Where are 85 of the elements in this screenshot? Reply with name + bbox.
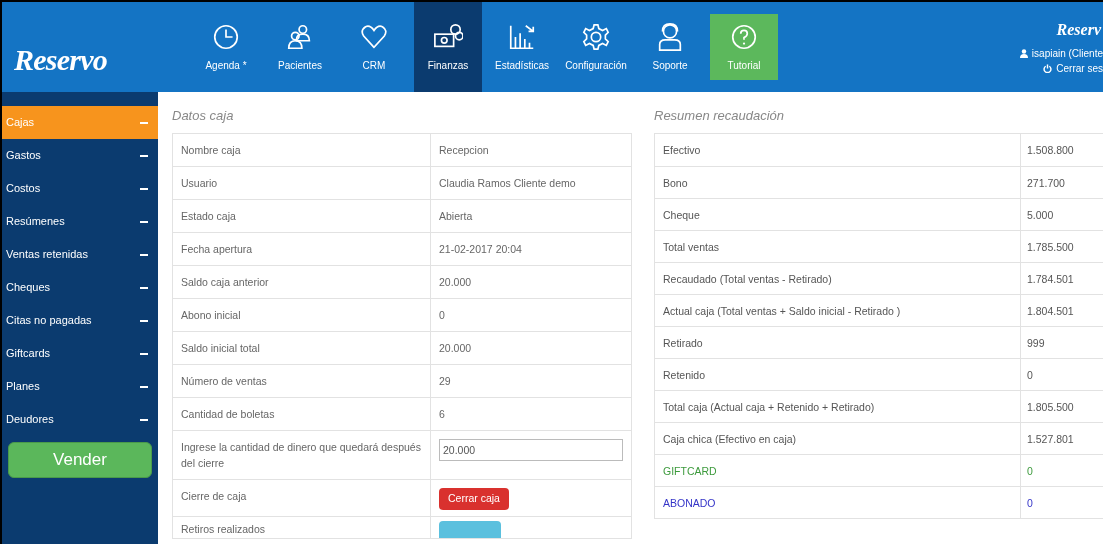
minus-icon bbox=[140, 220, 148, 223]
table-cell: Actual caja (Total ventas + Saldo inicial - Retirado ) bbox=[655, 294, 1021, 326]
minus-icon bbox=[140, 319, 148, 322]
table-cell-text: 999 bbox=[1026, 335, 1046, 351]
table-cell: Fecha apertura bbox=[173, 232, 431, 265]
table-cell: Recaudado (Total ventas - Retirado) bbox=[655, 262, 1021, 294]
settings-icon bbox=[581, 21, 611, 52]
table-cell: Saldo inicial total bbox=[173, 331, 431, 364]
nav-tab[interactable]: Pacientes bbox=[266, 2, 334, 92]
user-icon bbox=[1019, 49, 1028, 58]
table-cell-text: 0 bbox=[438, 307, 446, 323]
power-icon bbox=[1043, 64, 1053, 73]
minus-icon bbox=[140, 187, 148, 190]
table-cell-text: 1.785.500 bbox=[1026, 239, 1075, 255]
sidebar-item[interactable]: Deudores bbox=[2, 403, 158, 436]
table-cell: GIFTCARD bbox=[655, 454, 1021, 486]
logo[interactable]: Reservo bbox=[14, 36, 108, 82]
user-name[interactable]: isapiain (Cliente bbox=[1031, 46, 1103, 61]
table-cell: Retiros realizados bbox=[173, 516, 431, 538]
nav-tab[interactable]: Estadísticas bbox=[488, 2, 556, 92]
table-cell-text: 0 bbox=[1026, 367, 1034, 383]
table-cell: Retenido bbox=[655, 358, 1021, 390]
table-cell: Nombre caja bbox=[173, 133, 431, 166]
nav-tab[interactable]: Soporte bbox=[636, 2, 704, 92]
table-cell: Cantidad de boletas bbox=[173, 397, 431, 430]
table-cell-text: Claudia Ramos Cliente demo bbox=[438, 175, 577, 191]
table-cell: Cierre de caja bbox=[173, 479, 431, 516]
nav-tab[interactable]: Configuración bbox=[562, 2, 630, 92]
minus-icon bbox=[140, 121, 148, 124]
sidebar-item[interactable]: Planes bbox=[2, 370, 158, 403]
table-cell: Ingrese la cantidad de dinero que quedará después del cierre bbox=[173, 430, 431, 479]
table-cell-text: 1.805.500 bbox=[1026, 399, 1075, 415]
sidebar-item[interactable]: Cheques bbox=[2, 271, 158, 304]
amount-input[interactable]: 20.000 bbox=[439, 438, 623, 461]
nav-tab[interactable]: Tutorial bbox=[710, 14, 778, 80]
minus-icon bbox=[140, 352, 148, 355]
table-cell-text: 20.000 bbox=[438, 340, 473, 356]
minus-icon bbox=[140, 253, 148, 256]
table-cell-text: 1.784.501 bbox=[1026, 271, 1075, 287]
table-cell-text: Recepcion bbox=[438, 142, 490, 158]
minus-icon bbox=[140, 418, 148, 421]
table-cell-text: 21-02-2017 20:04 bbox=[438, 241, 523, 257]
nav-tab[interactable]: Agenda * bbox=[192, 2, 260, 92]
nav-tab[interactable]: Finanzas bbox=[414, 2, 482, 92]
table-cell-text: 0 bbox=[1026, 463, 1034, 479]
table-cell: Total ventas bbox=[655, 230, 1021, 262]
table-cell-text: Abierta bbox=[438, 208, 474, 224]
table-cell: Usuario bbox=[173, 166, 431, 199]
details-button[interactable] bbox=[439, 520, 501, 538]
sidebar-item[interactable]: Ventas retenidas bbox=[2, 238, 158, 271]
close-cash-button[interactable]: Cerrar caja bbox=[439, 487, 509, 510]
sidebar-item[interactable]: Gastos bbox=[2, 139, 158, 172]
minus-icon bbox=[140, 286, 148, 289]
section-title: Datos caja bbox=[172, 107, 235, 125]
table-cell: Abono inicial bbox=[173, 298, 431, 331]
table-cell: Saldo caja anterior bbox=[173, 265, 431, 298]
sidebar-item[interactable]: Costos bbox=[2, 172, 158, 205]
minus-icon bbox=[140, 154, 148, 157]
table-cell: Total caja (Actual caja + Retenido + Retirado) bbox=[655, 390, 1021, 422]
sidebar-item[interactable]: Resúmenes bbox=[2, 205, 158, 238]
table-cell: ABONADO bbox=[655, 486, 1021, 518]
table-cell: Efectivo bbox=[655, 133, 1021, 166]
table-cell-text: 20.000 bbox=[438, 274, 473, 290]
table-cell: Caja chica (Efectivo en caja) bbox=[655, 422, 1021, 454]
table-cell: Número de ventas bbox=[173, 364, 431, 397]
table-cell-text: 0 bbox=[1026, 495, 1034, 511]
table-cell: Cheque bbox=[655, 198, 1021, 230]
nav-tab[interactable]: CRM bbox=[340, 2, 408, 92]
sidebar-item[interactable]: Giftcards bbox=[2, 337, 158, 370]
section-title: Resumen recaudación bbox=[654, 107, 786, 125]
table-cell-text: 1.527.801 bbox=[1026, 431, 1075, 447]
sidebar-item[interactable]: Citas no pagadas bbox=[2, 304, 158, 337]
sell-button[interactable]: Vender bbox=[8, 442, 152, 478]
table-cell-text: 6 bbox=[438, 406, 446, 422]
logout-link[interactable]: Cerrar ses bbox=[1056, 61, 1103, 76]
table-cell: Bono bbox=[655, 166, 1021, 198]
table-cell-text: 271.700 bbox=[1026, 175, 1066, 191]
table-cell: Estado caja bbox=[173, 199, 431, 232]
table-cell-text: 5.000 bbox=[1026, 207, 1055, 223]
table-cell-text: 1.508.800 bbox=[1026, 142, 1075, 158]
table-cell: Retirado bbox=[655, 326, 1021, 358]
brand-name: Reserv bbox=[1056, 20, 1103, 40]
table-cell-text: 1.804.501 bbox=[1026, 303, 1075, 319]
table-cell-text: 29 bbox=[438, 373, 452, 389]
minus-icon bbox=[140, 385, 148, 388]
